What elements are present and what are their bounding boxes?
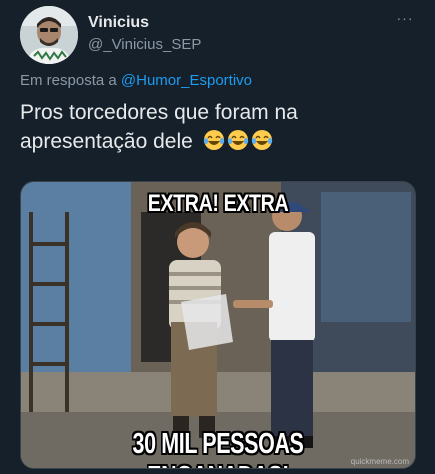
tweet-media-image[interactable]: EXTRA! EXTRA 30 MIL PESSOAS ENGANADAS! q… bbox=[20, 181, 416, 469]
more-options-icon[interactable]: ··· bbox=[394, 10, 416, 26]
author-handle[interactable]: @_Vinicius_SEP bbox=[88, 36, 201, 53]
meme-caption-top: EXTRA! EXTRA bbox=[147, 190, 289, 217]
author-display-name[interactable]: Vinicius bbox=[88, 14, 149, 32]
reply-context: Em resposta a @Humor_Esportivo bbox=[20, 72, 252, 89]
tears-of-joy-emoji-icon bbox=[227, 130, 248, 150]
avatar[interactable] bbox=[20, 6, 78, 64]
meme-caption-bottom: 30 MIL PESSOAS ENGANADAS! bbox=[132, 428, 304, 468]
tears-of-joy-emoji-icon bbox=[251, 130, 272, 150]
reply-mention-link[interactable]: @Humor_Esportivo bbox=[121, 72, 252, 89]
tweet-text: Pros torcedores que foram na apresentaçã… bbox=[20, 98, 420, 156]
tweet-card: Vinicius @_Vinicius_SEP ··· Em resposta … bbox=[0, 0, 435, 474]
avatar-photo bbox=[20, 6, 78, 64]
emoji-group bbox=[203, 129, 273, 151]
reply-prefix: Em resposta a bbox=[20, 72, 117, 89]
tears-of-joy-emoji-icon bbox=[203, 130, 224, 150]
image-watermark: quickmeme.com bbox=[350, 457, 409, 466]
meme-scene bbox=[21, 182, 415, 468]
